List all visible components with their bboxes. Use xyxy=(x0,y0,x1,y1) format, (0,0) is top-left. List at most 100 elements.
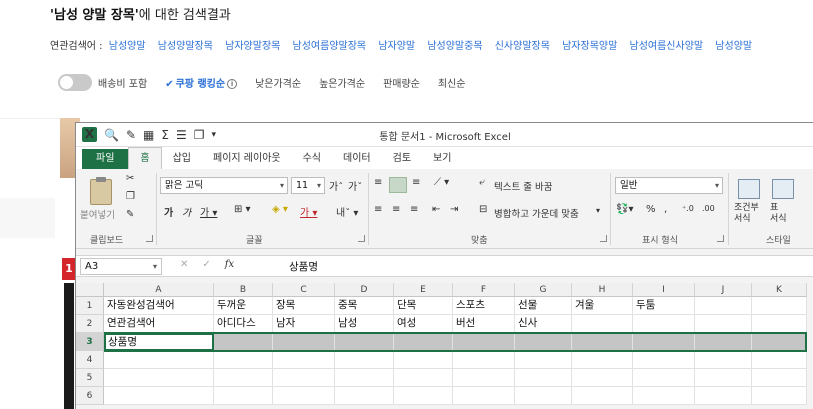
cell-e3[interactable] xyxy=(394,333,453,351)
percent-icon[interactable]: % xyxy=(646,204,656,215)
cell-g3[interactable] xyxy=(515,333,572,351)
cell-h2[interactable] xyxy=(572,315,633,333)
decrease-decimal-icon[interactable]: .00 xyxy=(702,204,715,213)
cell-i1[interactable]: 두툼 xyxy=(633,297,695,315)
cell-a1[interactable]: 자동완성검색어 xyxy=(104,297,214,315)
cell-j1[interactable] xyxy=(695,297,752,315)
cell-e2[interactable]: 여성 xyxy=(394,315,453,333)
wrap-text-button[interactable]: 텍스트 줄 바꿈 xyxy=(494,179,552,193)
cell-a2[interactable]: 연관검색어 xyxy=(104,315,214,333)
cell-c6[interactable] xyxy=(273,387,335,405)
tab-data[interactable]: 데이터 xyxy=(332,149,382,169)
related-keyword[interactable]: 남자양말장목 xyxy=(225,41,280,52)
cell-e6[interactable] xyxy=(394,387,453,405)
cell-j2[interactable] xyxy=(695,315,752,333)
cell-c3[interactable] xyxy=(273,333,335,351)
cell-j5[interactable] xyxy=(695,369,752,387)
column-header-j[interactable]: J xyxy=(695,283,752,297)
conditional-format-button[interactable]: 조건부 서식 xyxy=(734,203,759,225)
column-header-e[interactable]: E xyxy=(394,283,453,297)
cell-a4[interactable] xyxy=(104,351,214,369)
tab-review[interactable]: 검토 xyxy=(382,149,422,169)
cell-d3[interactable] xyxy=(335,333,394,351)
related-keyword[interactable]: 남성양말 xyxy=(715,41,752,52)
sort-option-high-price[interactable]: 높은가격순 xyxy=(319,75,365,90)
row-header-2[interactable]: 2 xyxy=(76,315,104,333)
cell-f6[interactable] xyxy=(453,387,515,405)
cell-i4[interactable] xyxy=(633,351,695,369)
cell-i2[interactable] xyxy=(633,315,695,333)
related-keyword[interactable]: 남성여름양말장목 xyxy=(293,41,367,52)
cell-f5[interactable] xyxy=(453,369,515,387)
cell-g6[interactable] xyxy=(515,387,572,405)
accounting-format-icon[interactable]: 💱▾ xyxy=(616,204,633,215)
cell-e1[interactable]: 단목 xyxy=(394,297,453,315)
tab-formulas[interactable]: 수식 xyxy=(292,149,332,169)
cell-k4[interactable] xyxy=(752,351,807,369)
cell-i5[interactable] xyxy=(633,369,695,387)
column-header-c[interactable]: C xyxy=(273,283,335,297)
merge-dropdown-icon[interactable]: ▾ xyxy=(596,206,600,215)
name-box[interactable]: A3 ▾ xyxy=(80,258,162,275)
cell-f4[interactable] xyxy=(453,351,515,369)
orientation-icon[interactable]: ⟋ ▾ xyxy=(434,177,449,188)
shrink-font-icon[interactable]: 가ˇ xyxy=(348,178,362,193)
related-keyword[interactable]: 남성양말중목 xyxy=(427,41,482,52)
related-keyword[interactable]: 남성양말장목 xyxy=(158,41,213,52)
column-header-i[interactable]: I xyxy=(633,283,695,297)
align-middle-icon[interactable] xyxy=(389,177,407,193)
cell-h4[interactable] xyxy=(572,351,633,369)
align-center-icon[interactable]: ≡ xyxy=(392,204,400,215)
shipping-toggle[interactable] xyxy=(58,73,92,91)
align-left-icon[interactable]: ≡ xyxy=(374,204,382,215)
cell-c5[interactable] xyxy=(273,369,335,387)
row-header-4[interactable]: 4 xyxy=(76,351,104,369)
paste-icon[interactable] xyxy=(90,177,112,205)
cell-j6[interactable] xyxy=(695,387,752,405)
cell-d4[interactable] xyxy=(335,351,394,369)
cell-k1[interactable] xyxy=(752,297,807,315)
cell-f3[interactable] xyxy=(453,333,515,351)
sort-option-low-price[interactable]: 낮은가격순 xyxy=(255,75,301,90)
align-right-icon[interactable]: ≡ xyxy=(410,204,418,215)
cell-h5[interactable] xyxy=(572,369,633,387)
cell-a6[interactable] xyxy=(104,387,214,405)
align-bottom-icon[interactable]: ≡ xyxy=(412,177,420,188)
cell-d1[interactable]: 중목 xyxy=(335,297,394,315)
cell-g2[interactable]: 신사 xyxy=(515,315,572,333)
column-header-g[interactable]: G xyxy=(515,283,572,297)
column-header-a[interactable]: A xyxy=(104,283,214,297)
row-header-5[interactable]: 5 xyxy=(76,369,104,387)
related-keyword[interactable]: 남성여름신사양말 xyxy=(630,41,704,52)
row-header-1[interactable]: 1 xyxy=(76,297,104,315)
related-keyword[interactable]: 남자양말 xyxy=(378,41,415,52)
alignment-launcher-icon[interactable] xyxy=(600,235,607,242)
tab-home[interactable]: 홈 xyxy=(128,147,162,169)
row-header-6[interactable]: 6 xyxy=(76,387,104,405)
tab-page-layout[interactable]: 페이지 레이아웃 xyxy=(202,149,292,169)
number-launcher-icon[interactable] xyxy=(717,235,724,242)
column-header-d[interactable]: D xyxy=(335,283,394,297)
cell-b5[interactable] xyxy=(214,369,273,387)
formula-input[interactable]: 상품명 xyxy=(289,259,318,274)
font-color-icon[interactable]: 가 ▾ xyxy=(300,204,317,219)
cell-g1[interactable]: 선물 xyxy=(515,297,572,315)
cell-i6[interactable] xyxy=(633,387,695,405)
cell-b1[interactable]: 두꺼운 xyxy=(214,297,273,315)
cell-b3[interactable] xyxy=(214,333,273,351)
tab-view[interactable]: 보기 xyxy=(422,149,462,169)
merge-icon[interactable]: ⊟ xyxy=(479,204,487,215)
cell-h6[interactable] xyxy=(572,387,633,405)
fill-color-icon[interactable]: ◈ ▾ xyxy=(272,204,288,215)
column-header-b[interactable]: B xyxy=(214,283,273,297)
column-header-h[interactable]: H xyxy=(572,283,633,297)
paste-button[interactable]: 붙여넣기 xyxy=(80,207,115,221)
cell-d2[interactable]: 남성 xyxy=(335,315,394,333)
conditional-format-icon[interactable] xyxy=(738,179,760,199)
underline-icon[interactable]: 가 ▾ xyxy=(200,204,217,219)
related-keyword[interactable]: 남자장목양말 xyxy=(562,41,617,52)
wrap-text-icon[interactable]: ⤶ xyxy=(479,177,485,188)
bold-icon[interactable]: 가 xyxy=(164,204,173,219)
cell-h3[interactable] xyxy=(572,333,633,351)
info-icon[interactable]: i xyxy=(227,78,238,89)
